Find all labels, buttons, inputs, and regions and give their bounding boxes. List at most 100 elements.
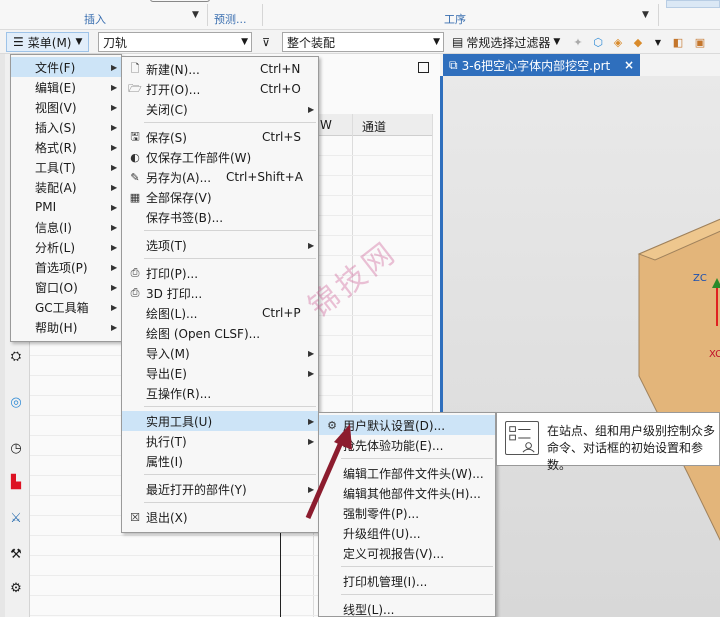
save-work-part-icon: ◐ [130,150,140,164]
menu-item-label: 首选项(P) [35,260,88,275]
ribbon-insert-dropdown-icon[interactable]: ▼ [192,10,199,20]
column-header-channel[interactable]: 通道 [362,118,386,135]
box-icon[interactable]: ◧ [670,34,686,50]
menu-item-edit[interactable]: 编辑(E) ▶ [11,77,121,97]
color-palette-icon[interactable]: ▙ [6,472,26,492]
close-icon[interactable]: × [624,58,634,72]
menu-item-label: 编辑其他部件文件头(H)... [343,486,481,501]
menu-item-interop[interactable]: 互操作(R)... [122,383,318,403]
menu-button[interactable]: ☰ 菜单(M) ▼ [6,32,90,52]
menu-item-view[interactable]: 视图(V) ▶ [11,97,121,117]
chevron-down-icon[interactable]: ▼ [650,34,666,50]
menu-item-pmi[interactable]: PMI ▶ [11,197,121,217]
tools-icon[interactable]: ⚒ [6,544,26,564]
menu-item-format[interactable]: 格式(R) ▶ [11,137,121,157]
command-bar: ☰ 菜单(M) ▼ 刀轨 ▼ ⊽ 整个装配 ▼ ▤ 常规选择过滤器 ▼ ✦ ⬡ … [0,30,720,54]
menu-item-insert[interactable]: 插入(S) ▶ [11,117,121,137]
menu-item-printer-admin[interactable]: 打印机管理(I)... [319,571,495,591]
menu-item-label: 文件(F) [35,60,76,75]
maximize-icon[interactable] [418,62,429,73]
ribbon-top-fragment [150,0,210,2]
cube-select-icon[interactable]: ◈ [610,34,626,50]
ribbon-group-predict[interactable]: 预测... [214,11,247,27]
menu-item-new[interactable]: 🗋 新建(N)... Ctrl+N [122,59,318,79]
machine-tool-icon[interactable]: ⚙ [6,578,26,598]
menu-item-preferences[interactable]: 首选项(P) ▶ [11,257,121,277]
submenu-arrow-icon: ▶ [111,202,118,212]
menu-item-analysis[interactable]: 分析(L) ▶ [11,237,121,257]
menu-item-tools[interactable]: 工具(T) ▶ [11,157,121,177]
menu-item-save-bookmark[interactable]: 保存书签(B)... [122,207,318,227]
shortcut-label: Ctrl+O [260,82,301,96]
menu-separator [144,258,316,259]
ribbon-group-insert[interactable]: 插入 [84,11,106,27]
menu-item-label: 仅保存工作部件(W) [146,150,252,165]
selection-scope-icon[interactable]: ⊽ [258,34,274,50]
menu-item-assembly[interactable]: 装配(A) ▶ [11,177,121,197]
annotation-arrow [305,424,352,519]
menu-item-label: 编辑(E) [35,80,76,95]
ribbon-divider [207,4,208,26]
menu-item-utilities[interactable]: 实用工具(U) ▶ [122,411,318,431]
annotation-arrow-shaft [305,439,345,519]
general-filter-dropdown[interactable]: ▤ 常规选择过滤器 ▼ [452,32,560,52]
splitter-line[interactable] [280,524,281,617]
menu-item-window[interactable]: 窗口(O) ▶ [11,277,121,297]
menu-item-label: PMI [35,200,57,214]
menu-item-print[interactable]: ⎙ 打印(P)... [122,263,318,283]
type-filter-combo[interactable]: 刀轨 ▼ [98,32,252,52]
part-navigator-icon[interactable]: ⛭ [6,346,26,366]
menu-item-label: 装配(A) [35,180,77,195]
snap-icon[interactable]: ✦ [570,34,586,50]
menu-item-label: 保存(S) [146,130,187,145]
menu-item-execute[interactable]: 执行(T) ▶ [122,431,318,451]
menu-item-open[interactable]: 🗁 打开(O)... Ctrl+O [122,79,318,99]
menu-item-save-work-part[interactable]: ◐ 仅保存工作部件(W) [122,147,318,167]
history-icon[interactable]: ◷ [6,438,26,458]
menu-item-help[interactable]: 帮助(H) ▶ [11,317,121,337]
submenu-arrow-icon: ▶ [111,182,118,192]
menu-item-label: 退出(X) [146,510,188,525]
menu-item-save-as[interactable]: ✎ 另存为(A)... Ctrl+Shift+A [122,167,318,187]
save-as-icon: ✎ [130,170,140,184]
menu-item-visual-report[interactable]: 定义可视报告(V)... [319,543,495,563]
menu-item-plot-clsf[interactable]: 绘图 (Open CLSF)... [122,323,318,343]
menu-item-label: 执行(T) [146,434,187,449]
printer-icon: ⎙ [130,266,140,279]
menu-item-label: 格式(R) [35,140,77,155]
ribbon-operation-dropdown-icon[interactable]: ▼ [642,10,649,20]
column-header-w[interactable]: W [320,118,332,132]
menu-item-recent-parts[interactable]: 最近打开的部件(Y) ▶ [122,479,318,499]
menu-item-gc-toolkit[interactable]: GC工具箱 ▶ [11,297,121,317]
menu-item-file[interactable]: 文件(F) ▶ [11,57,121,77]
menu-item-label: 全部保存(V) [146,190,212,205]
menu-item-label: 最近打开的部件(Y) [146,482,247,497]
menu-button-label: 菜单(M) [27,35,72,50]
process-studio-icon[interactable]: ⚔ [6,508,26,528]
menu-item-save[interactable]: 🖫 保存(S) Ctrl+S [122,127,318,147]
menu-item-export[interactable]: 导出(E) ▶ [122,363,318,383]
menu-item-exit[interactable]: ☒ 退出(X) [122,507,318,527]
menu-item-save-all[interactable]: ▦ 全部保存(V) [122,187,318,207]
menu-item-properties[interactable]: 属性(I) [122,451,318,471]
menu-item-information[interactable]: 信息(I) ▶ [11,217,121,237]
general-filter-label: 常规选择过滤器 [466,35,551,50]
hexagon-icon[interactable]: ⬡ [590,34,606,50]
menu-item-line-font[interactable]: 线型(L)... [319,599,495,617]
assembly-scope-combo[interactable]: 整个装配 ▼ [282,32,444,52]
document-tab[interactable]: ⧉ 3-6把空心字体内部挖空.prt × [443,54,640,76]
open-folder-icon: 🗁 [128,81,142,95]
chevron-down-icon: ▼ [433,37,440,47]
menu-item-close[interactable]: 关闭(C) ▶ [122,99,318,119]
chevron-down-icon: ▼ [75,37,83,47]
menu-item-plot[interactable]: 绘图(L)... Ctrl+P [122,303,318,323]
menu-item-options[interactable]: 选项(T) ▶ [122,235,318,255]
ribbon-group-operation[interactable]: 工序 [444,11,466,27]
body-select-icon[interactable]: ◆ [630,34,646,50]
menu-item-import[interactable]: 导入(M) ▶ [122,343,318,363]
menu-item-3d-print[interactable]: ⎙ 3D 打印... [122,283,318,303]
part-face-left [638,218,720,541]
web-browser-icon[interactable]: ◎ [6,392,26,412]
menu-item-label: 选项(T) [146,238,187,253]
layer-icon[interactable]: ▣ [692,34,708,50]
